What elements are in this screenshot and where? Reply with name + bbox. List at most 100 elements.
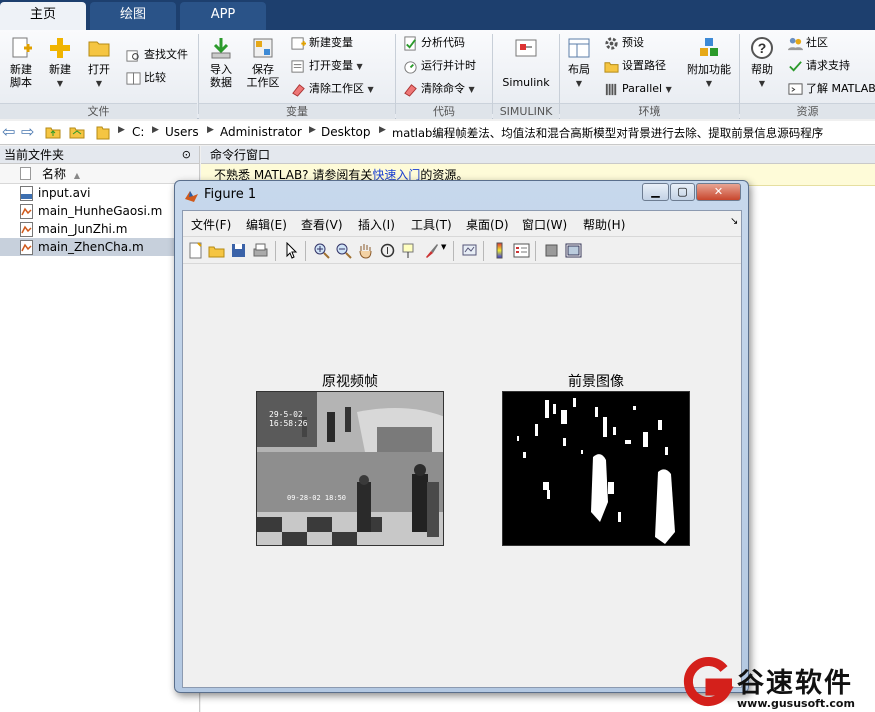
save-icon[interactable] [230, 242, 247, 259]
zoom-in-icon[interactable] [313, 242, 330, 259]
preferences-button[interactable]: 预设 [604, 33, 644, 53]
file-row-main-junzhi[interactable]: main_JunZhi.m [0, 220, 199, 238]
open-file-icon[interactable] [208, 242, 225, 259]
minimize-button[interactable]: ▁ [642, 183, 669, 201]
menu-file[interactable]: 文件(F) [191, 216, 231, 233]
file-list-header[interactable]: 名称 ▲ [0, 164, 199, 184]
brush-dropdown-icon[interactable]: ▼ [441, 243, 449, 260]
tab-home[interactable]: 主页 [0, 2, 86, 30]
find-files-button[interactable]: 查找文件 [126, 45, 188, 65]
layout-button[interactable]: 布局 ▼ [563, 36, 595, 90]
colorbar-icon[interactable] [491, 242, 508, 259]
maximize-button[interactable]: ▢ [670, 183, 695, 201]
menu-tools[interactable]: 工具(T) [411, 216, 452, 233]
new-script-button[interactable]: 新建 脚本 [4, 36, 38, 89]
breadcrumb-users[interactable]: Users [165, 125, 199, 139]
file-row-input-avi[interactable]: input.avi [0, 184, 199, 202]
close-button[interactable]: ✕ [696, 183, 741, 201]
analyze-code-label: 分析代码 [421, 36, 465, 49]
clear-commands-icon [404, 83, 417, 97]
analyze-code-button[interactable]: 分析代码 [403, 33, 465, 53]
hide-plot-tools-icon[interactable] [543, 242, 560, 259]
new-button[interactable]: 新建 ▼ [43, 36, 77, 90]
breadcrumb-project-folder[interactable]: matlab编程帧差法、均值法和混合高斯模型对背景进行去除、提取前景信息源码程序 [392, 125, 823, 141]
new-variable-button[interactable]: 新建变量 [291, 33, 353, 53]
legend-icon[interactable] [513, 242, 530, 259]
figure-title-bar[interactable]: Figure 1 ▁ ▢ ✕ [175, 181, 748, 209]
help-caret-icon: ▼ [758, 79, 766, 88]
video-bottom-timestamp: 09-28-02 18:50 [287, 494, 347, 502]
open-variable-button[interactable]: 打开变量 ▼ [291, 56, 363, 76]
folder-open-icon [88, 41, 110, 57]
request-support-label: 请求支持 [806, 59, 850, 72]
open-button[interactable]: 打开 ▼ [82, 36, 116, 90]
menu-insert[interactable]: 插入(I) [358, 216, 395, 233]
menu-desktop[interactable]: 桌面(D) [466, 216, 509, 233]
new-caret-icon: ▼ [56, 79, 64, 88]
browse-folder-icon[interactable] [69, 124, 85, 143]
brush-icon[interactable] [423, 242, 440, 259]
show-plot-tools-icon[interactable] [565, 242, 582, 259]
parallel-button[interactable]: Parallel ▼ [604, 79, 672, 99]
pointer-icon[interactable] [283, 242, 300, 259]
zoom-out-icon[interactable] [335, 242, 352, 259]
compare-button[interactable]: 比较 [126, 68, 166, 88]
new-figure-icon[interactable] [187, 242, 204, 259]
back-arrow-icon[interactable]: ⇦ [2, 122, 15, 141]
toolbar-separator [483, 241, 484, 261]
import-data-icon [211, 38, 231, 59]
file-row-main-zhencha[interactable]: main_ZhenCha.m [0, 238, 199, 256]
breadcrumb-chevron-icon: ▶ [118, 125, 125, 135]
data-cursor-icon[interactable] [401, 242, 418, 259]
main-tab-bar: 主页 绘图 APP [0, 0, 875, 30]
panel-menu-icon[interactable]: ⊙ [182, 146, 191, 164]
request-support-button[interactable]: 请求支持 [788, 56, 850, 76]
breadcrumb-desktop[interactable]: Desktop [321, 125, 371, 139]
forward-arrow-icon[interactable]: ⇨ [21, 122, 34, 141]
foreground-mask-image[interactable] [502, 391, 690, 546]
rotate-3d-icon[interactable] [379, 242, 396, 259]
set-path-button[interactable]: 设置路径 [604, 56, 666, 76]
learn-matlab-button[interactable]: 了解 MATLAB [788, 79, 875, 99]
community-button[interactable]: 社区 [788, 33, 828, 53]
file-name: main_HunheGaosi.m [38, 204, 163, 218]
print-icon[interactable] [252, 242, 269, 259]
breadcrumb-drive[interactable]: C: [132, 125, 144, 139]
up-folder-icon[interactable] [45, 124, 61, 143]
dock-arrow-icon[interactable]: ↘ [730, 216, 738, 227]
pan-hand-icon[interactable] [357, 242, 374, 259]
community-people-icon [788, 37, 803, 50]
save-workspace-button[interactable]: 保存 工作区 [244, 36, 282, 89]
help-label: 帮助 [751, 63, 773, 76]
menu-edit[interactable]: 编辑(E) [246, 216, 287, 233]
clear-commands-caret-icon: ▼ [468, 85, 475, 94]
figure-client-area: 文件(F) 编辑(E) 查看(V) 插入(I) 工具(T) 桌面(D) 窗口(W… [182, 210, 742, 688]
clear-workspace-button[interactable]: 清除工作区 ▼ [291, 79, 374, 99]
figure-menubar: 文件(F) 编辑(E) 查看(V) 插入(I) 工具(T) 桌面(D) 窗口(W… [183, 211, 741, 235]
help-button[interactable]: ? 帮助 ▼ [745, 36, 779, 90]
simulink-button[interactable]: Simulink [498, 36, 554, 89]
breadcrumb-administrator[interactable]: Administrator [220, 125, 302, 139]
clear-commands-button[interactable]: 清除命令 ▼ [403, 79, 475, 99]
file-row-main-hunhegaosi[interactable]: main_HunheGaosi.m [0, 202, 199, 220]
tab-apps[interactable]: APP [180, 2, 266, 30]
link-plot-icon[interactable] [461, 242, 478, 259]
m-file-icon [20, 222, 33, 237]
menu-help[interactable]: 帮助(H) [583, 216, 625, 233]
simulink-group-label: SIMULINK [493, 103, 559, 119]
name-column-header[interactable]: 名称 [42, 167, 66, 181]
import-data-button[interactable]: 导入 数据 [204, 36, 238, 89]
menu-view[interactable]: 查看(V) [301, 216, 343, 233]
breadcrumb-chevron-icon: ▶ [207, 125, 214, 135]
tab-plots[interactable]: 绘图 [90, 2, 176, 30]
original-frame-image[interactable]: 29-5-02 16:58:26 09-28-02 18:50 [256, 391, 444, 546]
help-question-icon: ? [751, 37, 773, 59]
watermark: 谷速软件 www.gususoft.com [680, 655, 875, 712]
addons-button[interactable]: 附加功能 ▼ [684, 36, 734, 90]
ribbon-separator [395, 34, 396, 114]
figure-window[interactable]: Figure 1 ▁ ▢ ✕ 文件(F) 编辑(E) 查看(V) 插入(I) 工… [174, 180, 749, 693]
menu-window[interactable]: 窗口(W) [522, 216, 567, 233]
run-and-time-button[interactable]: 运行并计时 [403, 56, 476, 76]
video-date-text: 29-5-02 [269, 410, 303, 419]
root-folder-icon[interactable] [96, 124, 110, 143]
